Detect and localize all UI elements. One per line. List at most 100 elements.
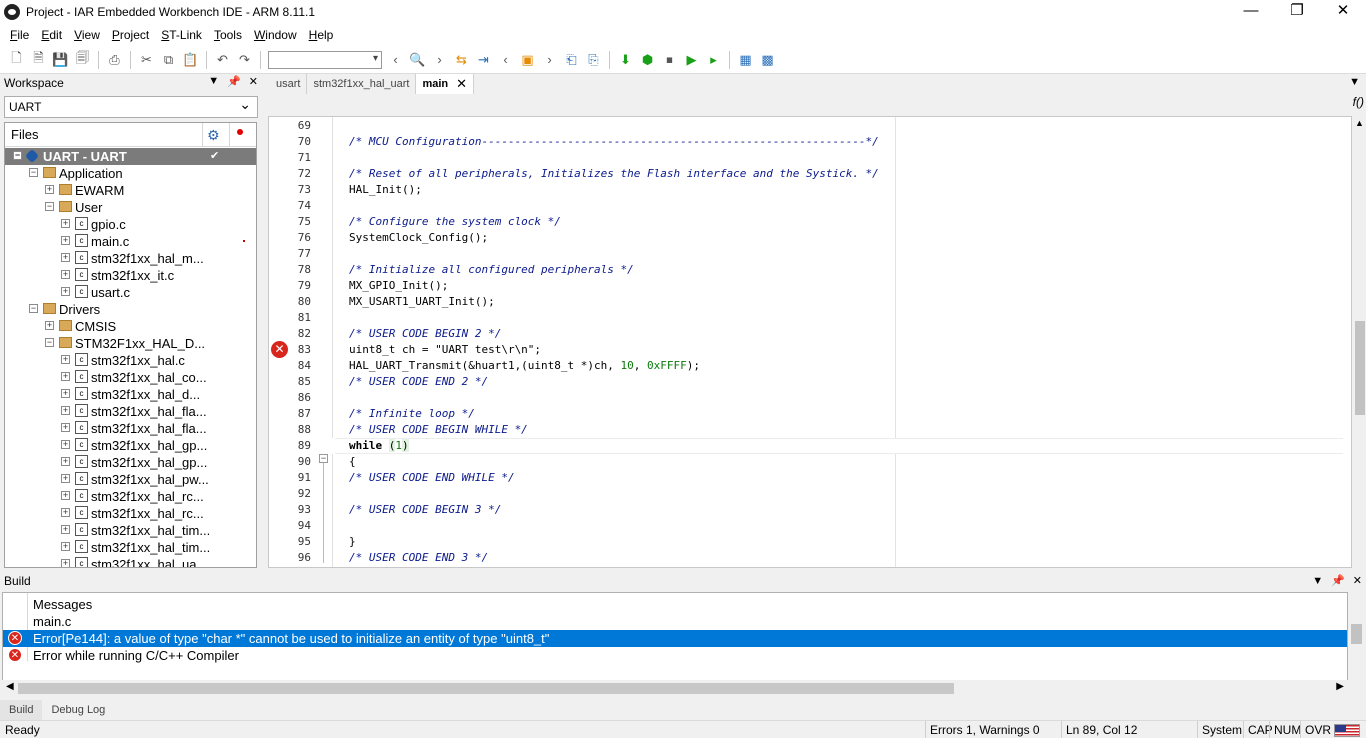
code-line[interactable]: 94 [269,518,1351,534]
menu-window[interactable]: Window [248,28,303,42]
redo-icon[interactable]: ↷ [236,51,253,68]
build-vertical-scrollbar[interactable] [1348,592,1364,682]
restore-button[interactable]: ❐ [1274,0,1320,24]
code-line[interactable]: 88 /* USER CODE BEGIN WHILE */ [269,422,1351,438]
build-message-row[interactable]: main.c [3,613,1347,630]
menu-project[interactable]: Project [106,28,155,42]
editor-scroll-thumb[interactable] [1355,321,1365,415]
tabs-dropdown-icon[interactable]: ▼ [1349,76,1360,88]
code-line[interactable]: 81 [269,310,1351,326]
save-icon[interactable]: 💾 [52,51,69,68]
tree-item[interactable]: − Application [5,165,256,182]
make-icon[interactable]: ⬢ [639,51,656,68]
pin-icon[interactable]: 📌 [1331,572,1345,590]
code-line[interactable]: 92 [269,486,1351,502]
scroll-left-icon[interactable]: ◀ [6,681,14,692]
tree-item[interactable]: + c stm32f1xx_hal_fla... [5,403,256,420]
tree-item[interactable]: + c usart.c [5,284,256,301]
collapse-icon[interactable]: − [13,151,22,160]
tree-item[interactable]: + c stm32f1xx_it.c [5,267,256,284]
build-hscroll-thumb[interactable] [18,683,954,694]
replace-icon[interactable]: ⇆ [453,51,470,68]
tree-item[interactable]: + c stm32f1xx_hal_rc... [5,505,256,522]
fold-toggle-icon[interactable]: − [319,454,328,463]
tree-item[interactable]: + CMSIS [5,318,256,335]
code-line[interactable]: 80 MX_USART1_UART_Init(); [269,294,1351,310]
build-message-row[interactable]: ✕ Error[Pe144]: a value of type "char *" … [3,630,1347,647]
code-line[interactable]: 76 SystemClock_Config(); [269,230,1351,246]
tree-item[interactable]: + c stm32f1xx_hal_gp... [5,437,256,454]
code-line[interactable]: 69 [269,118,1351,134]
code-line[interactable]: 78 /* Initialize all configured periphera… [269,262,1351,278]
expand-icon[interactable]: + [61,355,70,364]
code-line[interactable]: 71 [269,150,1351,166]
save-all-icon[interactable]: 🗐 [74,50,91,68]
code-line[interactable]: 95} [269,534,1351,550]
tree-item[interactable]: + c stm32f1xx_hal_d... [5,386,256,403]
expand-icon[interactable]: + [61,508,70,517]
bookmark-icon[interactable]: ▣ [519,51,536,68]
tree-item[interactable]: + c stm32f1xx_hal_rc... [5,488,256,505]
expand-icon[interactable]: + [61,559,70,567]
collapse-icon[interactable]: − [45,338,54,347]
tree-item[interactable]: + c stm32f1xx_hal_tim... [5,522,256,539]
menu-file[interactable]: File [4,28,35,42]
code-line[interactable]: 70 /* MCU Configuration------------------… [269,134,1351,150]
code-line[interactable]: 90 { [269,454,1351,470]
expand-icon[interactable]: + [61,270,70,279]
tree-item[interactable]: − User [5,199,256,216]
code-editor[interactable]: 69 70 /* MCU Configuration----------------… [268,116,1352,568]
code-line[interactable]: 86 [269,390,1351,406]
panel-menu-icon[interactable]: ▼ [1312,572,1323,590]
tab-usart[interactable]: usart [270,74,308,94]
collapse-icon[interactable]: − [29,304,38,313]
function-navigator-icon[interactable]: f() [1353,95,1364,109]
tree-item[interactable]: + c stm32f1xx_hal_tim... [5,539,256,556]
goto-icon[interactable]: ⇥ [475,51,492,68]
tab-build[interactable]: Build [0,700,43,720]
print-icon[interactable]: ⎙ [106,51,123,68]
expand-icon[interactable]: + [61,457,70,466]
expand-icon[interactable]: + [61,287,70,296]
panel-menu-icon[interactable]: ▼ [208,75,219,88]
find-next-icon[interactable]: › [431,51,448,68]
expand-icon[interactable]: + [61,542,70,551]
code-line[interactable]: 93 /* USER CODE BEGIN 3 */ [269,502,1351,518]
scroll-up-icon[interactable]: ▲ [1355,118,1364,128]
expand-icon[interactable]: + [61,423,70,432]
panel-close-icon[interactable]: ✕ [1353,572,1362,590]
expand-icon[interactable]: + [61,491,70,500]
navigate-forward-icon[interactable]: › [541,51,558,68]
stop-build-icon[interactable]: ⏹ [661,51,678,68]
tree-item[interactable]: + c main.c [5,233,256,250]
code-line[interactable]: 79 MX_GPIO_Init(); [269,278,1351,294]
tab-stm32f1xx-hal-uart[interactable]: stm32f1xx_hal_uart [307,74,417,94]
expand-icon[interactable]: + [61,440,70,449]
tree-item[interactable]: − Drivers [5,301,256,318]
gear-icon[interactable]: ⚙ [207,127,220,144]
collapse-icon[interactable]: − [29,168,38,177]
download-debug-icon[interactable]: ▶ [683,51,700,68]
expand-icon[interactable]: + [61,474,70,483]
build-horizontal-scrollbar[interactable]: ◀ ▶ [2,680,1348,696]
debug-without-download-icon[interactable]: ▸ [705,51,722,68]
tree-item[interactable]: + c stm32f1xx_hal_m... [5,250,256,267]
expand-icon[interactable]: + [61,389,70,398]
tree-item[interactable]: − STM32F1xx_HAL_D... [5,335,256,352]
tab-close-icon[interactable]: ✕ [456,74,467,94]
code-line[interactable]: 89 while (1) [269,438,1351,454]
menu-st-link[interactable]: ST-Link [155,28,208,42]
find-previous-icon[interactable]: ‹ [387,51,404,68]
expand-icon[interactable]: + [61,406,70,415]
tree-item[interactable]: + c stm32f1xx_hal.c [5,352,256,369]
menu-tools[interactable]: Tools [208,28,248,42]
expand-icon[interactable]: + [45,185,54,194]
code-line[interactable]: 96 /* USER CODE END 3 */ [269,550,1351,566]
expand-icon[interactable]: + [61,372,70,381]
code-line[interactable]: 74 [269,198,1351,214]
navigate-back-icon[interactable]: ‹ [497,51,514,68]
collapse-icon[interactable]: − [45,202,54,211]
configuration-select[interactable]: UART [4,94,258,118]
code-line[interactable]: 87 /* Infinite loop */ [269,406,1351,422]
code-line[interactable]: 72 /* Reset of all peripherals, Initializ… [269,166,1351,182]
